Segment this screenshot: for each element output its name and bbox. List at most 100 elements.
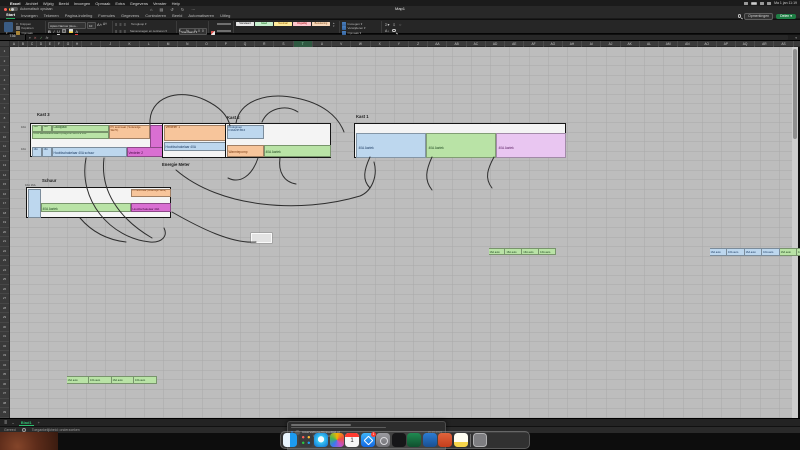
row-header-26[interactable]: 26 xyxy=(0,285,9,294)
kast2-16a-auto-cell[interactable]: 16A auto xyxy=(522,247,540,255)
sheet-canvas[interactable] xyxy=(10,47,792,418)
fill-icon[interactable]: ⇩ xyxy=(392,22,395,27)
style-ongeldig[interactable]: Ongeldig xyxy=(293,21,311,27)
kast3-verdeler2-cell[interactable]: Verdeler 2 xyxy=(126,147,164,157)
dock-icon-app-store[interactable]: 1 xyxy=(360,431,376,447)
row-header-23[interactable]: 23 xyxy=(0,256,9,266)
kast3-prefix-cell[interactable]: 16A xyxy=(41,124,52,132)
sheet-menu-icon[interactable]: ⌄ xyxy=(11,420,14,425)
verdeler1-cell[interactable]: Verdeler 1 xyxy=(163,124,227,141)
menu-invoegen[interactable]: Invoegen xyxy=(74,1,90,6)
delete-cells-label[interactable]: Verwijderen ▾ xyxy=(348,26,366,30)
font-color-icon[interactable]: A xyxy=(75,29,79,35)
tab-tekenen[interactable]: Tekenen xyxy=(44,12,59,19)
dock-icon-foto-s[interactable] xyxy=(329,433,344,447)
dock-icon-app[interactable] xyxy=(391,433,406,447)
kast1-16a-auto-cell[interactable]: 16A auto xyxy=(762,247,780,256)
row-header-7[interactable]: 7 xyxy=(0,104,9,114)
style-standaard[interactable]: Standaard xyxy=(236,21,254,27)
styles-scroll-arrows[interactable]: ▴ ▾ xyxy=(333,21,335,29)
menu-archief[interactable]: Archief xyxy=(25,1,37,6)
macos-dock[interactable]: 11 xyxy=(280,431,530,449)
schuur-pv-cell[interactable]: PV automaat (Solaredge SE3k) xyxy=(130,188,171,197)
kast2-16a-auto-cell[interactable]: 16A auto xyxy=(505,247,523,255)
row-header-33[interactable]: 33 xyxy=(0,351,9,361)
display-icon[interactable] xyxy=(744,1,749,5)
kast1-16a-auto-cell[interactable]: 16A auto xyxy=(744,247,763,256)
align-top-icon[interactable]: ≡ xyxy=(115,22,117,27)
wifi-icon[interactable] xyxy=(760,1,765,5)
menu-beeld[interactable]: Beeld xyxy=(59,1,69,6)
row-header-35[interactable]: 35 xyxy=(0,370,9,380)
tab-pagina-indeling[interactable]: Pagina-indeling xyxy=(65,12,93,19)
align-left-icon[interactable]: ≡ xyxy=(115,29,117,34)
kast2-16a-auto-cell[interactable]: 16A auto xyxy=(539,247,556,255)
insert-cells-label[interactable]: Invoegen ▾ xyxy=(348,22,363,26)
kast3-laadpaal-cell[interactable]: Laadpaal xyxy=(51,124,109,132)
increase-font-icon[interactable]: A˄ xyxy=(97,22,102,29)
tab-start[interactable]: Start xyxy=(6,11,16,19)
underline-button[interactable]: U xyxy=(57,29,60,35)
row-header-14[interactable]: 14 xyxy=(0,171,9,180)
verdeler1-box[interactable]: Verdeler 1 Hoofdschakelaar 40A xyxy=(162,123,227,158)
row-header-25[interactable]: 25 xyxy=(0,275,9,285)
style-berekening[interactable]: Berekening xyxy=(312,21,330,27)
borders-icon[interactable] xyxy=(62,28,67,33)
dock-icon-launchpad[interactable] xyxy=(298,433,313,447)
name-box[interactable]: T36 xyxy=(0,35,26,40)
verdeler1-hoofdschakelaar-cell[interactable]: Hoofdschakelaar 40A xyxy=(163,141,227,151)
dock-icon-prullenmand[interactable] xyxy=(473,433,488,447)
row-header-39[interactable]: 39 xyxy=(0,408,9,418)
dock-icon-word[interactable] xyxy=(422,433,437,447)
add-sheet-button[interactable]: + xyxy=(38,420,40,425)
align-middle-icon[interactable]: ≡ xyxy=(119,22,121,27)
insert-cells-icon[interactable] xyxy=(342,21,346,26)
formula-input[interactable] xyxy=(52,35,789,40)
menu-extra[interactable]: Extra xyxy=(115,1,124,6)
menu-opmaak[interactable]: Opmaak xyxy=(95,1,110,6)
schuur-box[interactable]: 16A auto 16A auto 16A auto 16A auto PV auto… xyxy=(26,187,171,384)
kast1-band-pink[interactable]: 40A Aarlek xyxy=(495,132,566,158)
align-center-icon[interactable]: ≡ xyxy=(119,29,121,34)
kast2-box[interactable]: Kookgroep F3A62PI B16 16A auto 16A auto 16A… xyxy=(225,123,556,255)
row-header-34[interactable]: 34 xyxy=(0,361,9,370)
decrease-font-icon[interactable]: A˅ xyxy=(103,22,107,29)
fill-color-icon[interactable] xyxy=(68,28,73,33)
tab-automatiseren[interactable]: Automatiseren xyxy=(188,12,214,19)
dock-icon-excel[interactable] xyxy=(407,433,421,447)
row-header-37[interactable]: 37 xyxy=(0,389,9,399)
row-header-10[interactable]: 10 xyxy=(0,133,9,142)
row-header-11[interactable]: 11 xyxy=(0,142,9,152)
row-header-30[interactable]: 30 xyxy=(0,323,9,332)
kast1-16a-auto-cell[interactable]: 16A auto xyxy=(779,247,798,256)
schuur-blue-column[interactable] xyxy=(27,188,41,218)
kast3-chint-cell[interactable]: Chint aardlekautomaat 2-polig+nul 40A B-… xyxy=(31,131,109,139)
row-header-3[interactable]: 3 xyxy=(0,66,9,76)
schuur-16a-auto-cell[interactable]: 16A auto xyxy=(111,375,134,384)
row-header-6[interactable]: 6 xyxy=(0,95,9,104)
row-header-32[interactable]: 32 xyxy=(0,342,9,351)
row-header-5[interactable]: 5 xyxy=(0,85,9,95)
row-header-16[interactable]: 16 xyxy=(0,190,9,199)
kast3-pv-cell[interactable]: PV automaat (:Solaredge SE7K) xyxy=(108,124,150,139)
style-goed[interactable]: Goed xyxy=(255,21,273,27)
dock-icon-finder[interactable] xyxy=(283,433,297,447)
row-header-28[interactable]: 28 xyxy=(0,304,9,313)
menu-venster[interactable]: Venster xyxy=(153,1,167,6)
menu-wijzig[interactable]: Wijzig xyxy=(43,1,54,6)
tab-invoegen[interactable]: Invoegen xyxy=(21,12,37,19)
menu-help[interactable]: Help xyxy=(172,1,180,6)
merge-center-button[interactable]: Samenvoegen en centreren ▾ xyxy=(130,29,167,34)
dock-icon-agenda[interactable]: 1 xyxy=(345,433,359,447)
row-header-12[interactable]: 12 xyxy=(0,152,9,161)
tab-uitleg[interactable]: Uitleg xyxy=(220,12,230,19)
number-format-buttons[interactable]: € % 000 xyxy=(179,29,206,33)
formulabar-expand-icon[interactable]: ▾ xyxy=(795,36,797,40)
share-button[interactable]: Delen ▾ xyxy=(776,13,796,19)
row-header-20[interactable]: 20 xyxy=(0,228,9,237)
menu-excel[interactable]: Excel xyxy=(10,1,20,6)
clear-icon[interactable]: ◌ xyxy=(399,22,401,27)
row-header-15[interactable]: 15 xyxy=(0,180,9,190)
search-icon[interactable] xyxy=(737,14,742,18)
menu-gegevens[interactable]: Gegevens xyxy=(130,1,148,6)
